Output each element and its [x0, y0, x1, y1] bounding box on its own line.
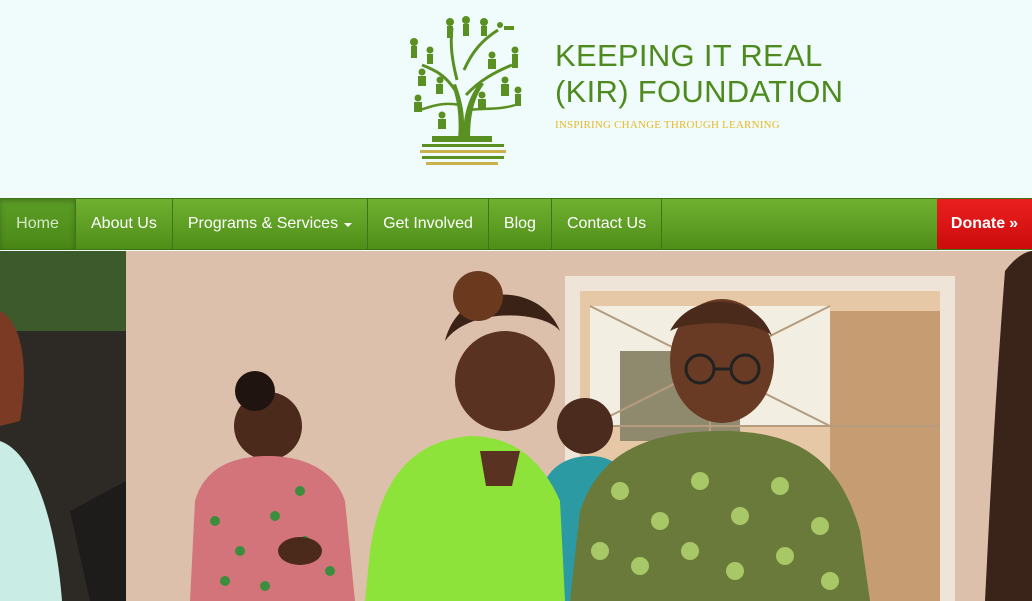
hero-slider-image: [0, 251, 1032, 601]
tree-logo-icon[interactable]: [400, 10, 530, 165]
nav-item-contact-us[interactable]: Contact Us: [552, 199, 663, 249]
site-header: KEEPING IT REAL (KIR) FOUNDATION INSPIRI…: [0, 0, 1032, 198]
nav-item-label: Blog: [503, 215, 536, 232]
nav-menu: Home About Us Programs & Services Get In…: [0, 199, 1032, 249]
nav-item-label: Home: [16, 215, 59, 232]
nav-item-label: About Us: [91, 215, 157, 232]
donate-label: Donate: [950, 215, 1006, 232]
caret-down-icon: [344, 223, 353, 227]
site-title[interactable]: KEEPING IT REAL (KIR) FOUNDATION: [555, 38, 843, 110]
donate-button[interactable]: Donate »: [937, 199, 1032, 249]
main-navbar: Home About Us Programs & Services Get In…: [0, 198, 1032, 250]
nav-item-about-us[interactable]: About Us: [76, 199, 173, 249]
hero-photo: [0, 251, 1032, 601]
page: KEEPING IT REAL (KIR) FOUNDATION INSPIRI…: [0, 0, 1032, 601]
nav-item-home[interactable]: Home: [0, 199, 76, 249]
nav-item-programs-services[interactable]: Programs & Services: [173, 199, 369, 249]
nav-item-get-involved[interactable]: Get Involved: [368, 199, 489, 249]
nav-item-label: Get Involved: [383, 215, 473, 232]
site-tagline: INSPIRING CHANGE THROUGH LEARNING: [555, 119, 780, 131]
nav-item-label: Contact Us: [566, 215, 647, 232]
nav-item-label: Programs & Services: [187, 215, 339, 232]
nav-item-blog[interactable]: Blog: [489, 199, 552, 249]
double-chevron-right-icon: »: [1009, 215, 1019, 232]
